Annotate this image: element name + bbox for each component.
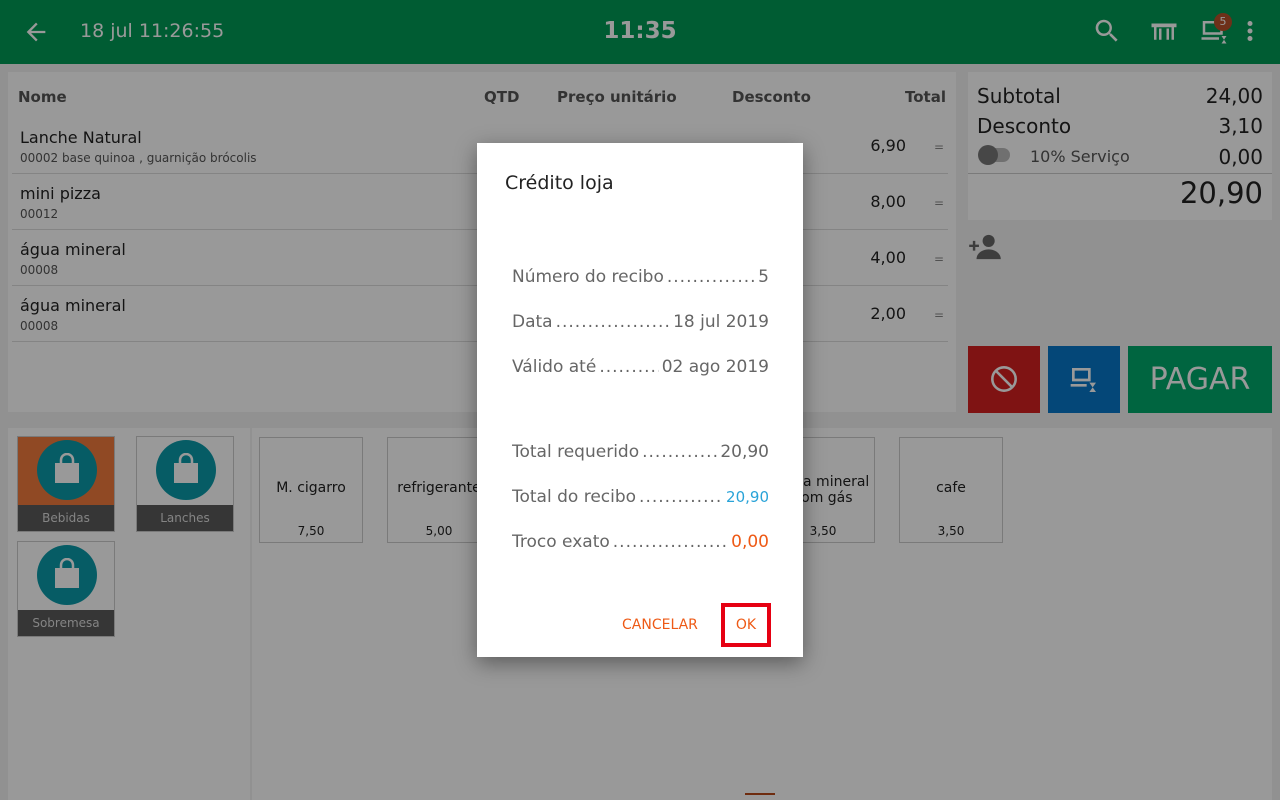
receipt-total-label: Total do recibo: [512, 487, 637, 507]
valid-until-line: Válido até..............................…: [512, 357, 769, 377]
store-credit-dialog: Crédito loja Número do recibo...........…: [477, 143, 803, 657]
valid-until-label: Válido até: [512, 357, 597, 377]
total-required-value: 20,90: [720, 442, 769, 462]
exact-change-line: Troco exato.............................…: [512, 532, 769, 552]
date-value: 18 jul 2019: [673, 312, 769, 332]
total-required-label: Total requerido: [512, 442, 640, 462]
date-label: Data: [512, 312, 553, 332]
receipt-number-line: Número do recibo........................…: [512, 267, 769, 287]
receipt-total-value[interactable]: 20,90: [726, 488, 769, 506]
receipt-total-line: Total do recibo.........................…: [512, 487, 769, 507]
dialog-title: Crédito loja: [505, 172, 614, 194]
total-required-line: Total requerido.........................…: [512, 442, 769, 462]
ok-button[interactable]: OK: [721, 603, 771, 647]
receipt-number-label: Número do recibo: [512, 267, 664, 287]
valid-until-value: 02 ago 2019: [661, 357, 769, 377]
exact-change-value: 0,00: [731, 532, 769, 552]
cancel-button[interactable]: CANCELAR: [622, 617, 698, 633]
date-line: Data....................................…: [512, 312, 769, 332]
exact-change-label: Troco exato: [512, 532, 610, 552]
receipt-number-value: 5: [758, 267, 769, 287]
